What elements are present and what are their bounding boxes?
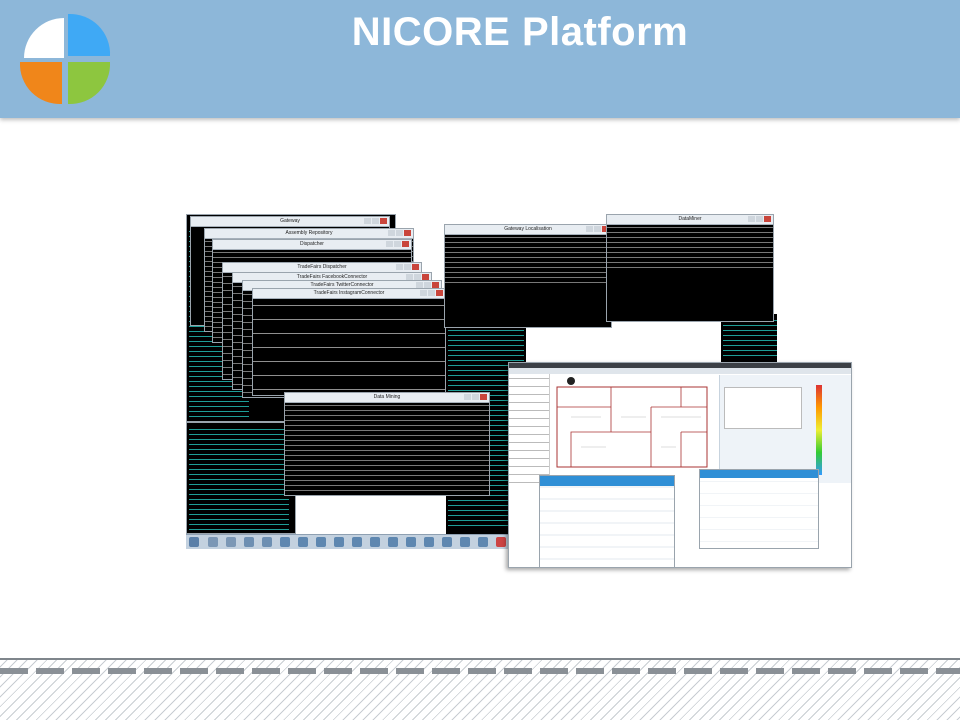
window-title: Gateway Localisation — [504, 226, 552, 232]
page-title: NICORE Platform — [351, 10, 689, 54]
taskbar-app-icon[interactable] — [442, 537, 452, 547]
taskbar-app-icon[interactable] — [370, 537, 380, 547]
footer-dashed-rule — [0, 668, 960, 674]
sensor-panel — [719, 375, 851, 483]
close-icon[interactable] — [402, 241, 409, 247]
taskbar-app-icon[interactable] — [298, 537, 308, 547]
window-title: Gateway — [280, 218, 300, 224]
footer-divider — [0, 658, 960, 660]
window-dataminer: DataMiner — [606, 214, 774, 322]
taskbar-app-icon[interactable] — [460, 537, 470, 547]
window-title: TradeFairs Dispatcher — [297, 264, 347, 270]
window-title: Assembly Repository — [285, 230, 333, 236]
start-icon[interactable] — [189, 537, 199, 547]
taskbar-app-icon[interactable] — [226, 537, 236, 547]
close-icon[interactable] — [412, 264, 419, 270]
close-icon[interactable] — [436, 290, 443, 296]
app-sidebar — [509, 374, 550, 484]
window-title: DataMiner — [678, 216, 702, 222]
window-title: Dispatcher — [300, 241, 324, 247]
taskbar-app-icon[interactable] — [244, 537, 254, 547]
close-icon[interactable] — [480, 394, 487, 400]
close-icon[interactable] — [380, 218, 387, 224]
taskbar-app-icon[interactable] — [334, 537, 344, 547]
taskbar-app-icon[interactable] — [496, 537, 506, 547]
taskbar-app-icon[interactable] — [262, 537, 272, 547]
platform-screenshot: Gateway Assembly Repository Dispatcher T… — [186, 214, 852, 568]
windows-taskbar — [186, 534, 521, 549]
taskbar-app-icon[interactable] — [316, 537, 326, 547]
taskbar-app-icon[interactable] — [388, 537, 398, 547]
window-instagram-connector: TradeFairs InstagramConnector — [252, 288, 446, 396]
close-icon[interactable] — [404, 230, 411, 236]
window-title: Data Mining — [373, 394, 401, 400]
window-title: TradeFairs InstagramConnector — [313, 290, 385, 296]
nicore-web-app-screenshot — [508, 362, 852, 568]
taskbar-app-icon[interactable] — [478, 537, 488, 547]
console-window-bottom-left — [186, 422, 296, 534]
floor-plan — [551, 377, 711, 473]
taskbar-app-icon[interactable] — [352, 537, 362, 547]
close-icon[interactable] — [764, 216, 771, 222]
taskbar-app-icon[interactable] — [406, 537, 416, 547]
taskbar-app-icon[interactable] — [424, 537, 434, 547]
header-bar: NICORE Platform — [0, 0, 960, 118]
window-gateway-localisation: Gateway Localisation — [444, 224, 612, 328]
sensor-details-table — [699, 469, 819, 549]
taskbar-app-icon[interactable] — [208, 537, 218, 547]
taskbar-app-icon[interactable] — [280, 537, 290, 547]
devices-table — [539, 475, 675, 567]
window-data-mining: Data Mining — [284, 392, 490, 496]
